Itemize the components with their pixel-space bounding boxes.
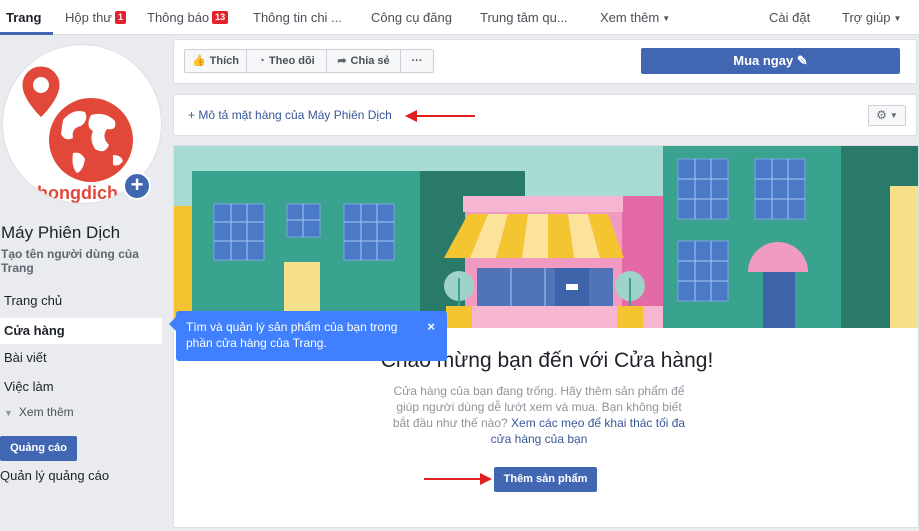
- nav-tab-settings[interactable]: Cài đặt: [769, 0, 810, 35]
- follow-label: Theo dõi: [268, 55, 315, 67]
- share-button[interactable]: ➦ Chia sẻ: [326, 49, 401, 73]
- shop-tooltip: Tìm và quản lý sản phẩm của bạn trong ph…: [169, 311, 447, 361]
- nav-tab-more[interactable]: Xem thêm ▼: [600, 0, 670, 35]
- create-username-link[interactable]: Tạo tên người dùng của Trang: [1, 247, 161, 275]
- page-action-bar: 👍 Thích ◔ Theo dõi ➦ Chia sẻ ··· Mua ngay ✎: [173, 39, 917, 84]
- nav-tab-center-label: Trung tâm qu...: [480, 10, 568, 25]
- nav-tab-inbox-label: Hộp thư: [65, 10, 113, 25]
- like-label: Thích: [209, 55, 240, 67]
- nav-tab-more-label: Xem thêm: [600, 10, 660, 25]
- describe-products-bar: + Mô tả mặt hàng của Máy Phiên Dịch ⚙ ▼: [173, 94, 917, 136]
- sidebar-item-label: Cửa hàng: [4, 323, 65, 338]
- sidebar-item-home[interactable]: Trang chủ: [0, 288, 162, 314]
- sidebar-item-label: Bài viết: [4, 350, 47, 365]
- sidebar-item-shop[interactable]: Cửa hàng: [0, 318, 162, 344]
- like-button[interactable]: 👍 Thích: [184, 49, 247, 73]
- svg-text:thongdich: thongdich: [31, 183, 118, 203]
- sidebar-item-jobs[interactable]: Việc làm: [0, 374, 162, 400]
- tooltip-text: Tìm và quản lý sản phẩm của bạn trong ph…: [186, 320, 398, 350]
- chevron-down-icon: ▼: [662, 14, 671, 23]
- nav-tab-help-label: Trợ giúp: [842, 10, 891, 25]
- triangle-down-icon: ▼: [4, 408, 13, 418]
- notifications-count-badge: 13: [212, 11, 229, 24]
- nav-tab-notifications-label: Thông báo: [147, 10, 210, 25]
- nav-tab-insights[interactable]: Thông tin chi ...: [253, 0, 342, 35]
- gear-icon: ⚙: [876, 108, 887, 122]
- annotation-arrow: [424, 473, 492, 485]
- describe-products-link[interactable]: + Mô tả mặt hàng của Máy Phiên Dịch: [188, 108, 392, 122]
- follow-button[interactable]: ◔ Theo dõi: [246, 49, 327, 73]
- sidebar-item-label: Việc làm: [4, 379, 54, 394]
- add-photo-button[interactable]: +: [123, 172, 151, 200]
- thumbs-up-icon: 👍: [191, 55, 206, 67]
- chevron-down-icon: ▼: [889, 111, 898, 120]
- close-icon[interactable]: ×: [427, 319, 435, 335]
- inbox-count-badge: 1: [115, 11, 127, 24]
- tooltip-arrow: [169, 317, 176, 331]
- buy-now-label: Mua ngay: [733, 53, 794, 68]
- nav-tab-publishing-tools[interactable]: Công cụ đăng: [371, 0, 452, 35]
- share-arrow-icon: ➦: [337, 55, 347, 67]
- more-dots-icon: ···: [411, 55, 423, 67]
- ads-button[interactable]: Quảng cáo: [0, 436, 77, 461]
- nav-tab-insights-label: Thông tin chi ...: [253, 10, 342, 25]
- add-product-button[interactable]: Thêm sản phẩm: [494, 467, 597, 492]
- sidebar-item-posts[interactable]: Bài viết: [0, 345, 162, 371]
- chevron-down-icon: ▼: [893, 14, 902, 23]
- nav-active-indicator: [0, 32, 53, 35]
- shop-welcome-description: Cửa hàng của bạn đang trống. Hãy thêm sả…: [389, 383, 689, 447]
- page-title: Máy Phiên Dịch: [1, 223, 121, 242]
- page-top-nav: Trang Hộp thư 1 Thông báo 13 Thông tin chi…: [0, 0, 919, 35]
- ads-manager-link[interactable]: Quản lý quảng cáo: [0, 468, 109, 483]
- sidebar-see-more[interactable]: ▼ Xem thêm: [4, 405, 74, 419]
- rss-icon: ◔: [258, 55, 265, 67]
- pencil-icon: ✎: [796, 53, 808, 68]
- shop-tips-link[interactable]: Xem các mẹo để khai thác tối đa cửa hàng…: [491, 416, 686, 446]
- shop-settings-button[interactable]: ⚙ ▼: [868, 105, 906, 126]
- share-label: Chia sẻ: [350, 55, 390, 67]
- more-options-button[interactable]: ···: [400, 49, 434, 73]
- buy-now-button[interactable]: Mua ngay ✎: [641, 48, 900, 74]
- nav-tab-center[interactable]: Trung tâm qu...: [480, 0, 568, 35]
- nav-tab-notifications[interactable]: Thông báo 13: [147, 0, 229, 35]
- nav-tab-help[interactable]: Trợ giúp ▼: [842, 0, 901, 35]
- nav-tab-inbox[interactable]: Hộp thư 1: [65, 0, 127, 35]
- nav-tab-page[interactable]: Trang: [6, 0, 41, 35]
- nav-tab-page-label: Trang: [6, 10, 42, 25]
- annotation-arrow: [405, 110, 475, 122]
- sidebar-see-more-label: Xem thêm: [18, 405, 74, 419]
- sidebar-item-label: Trang chủ: [4, 293, 63, 308]
- nav-tab-settings-label: Cài đặt: [769, 10, 811, 25]
- nav-tab-publishing-tools-label: Công cụ đăng: [371, 10, 452, 25]
- storefront-illustration: [174, 146, 918, 328]
